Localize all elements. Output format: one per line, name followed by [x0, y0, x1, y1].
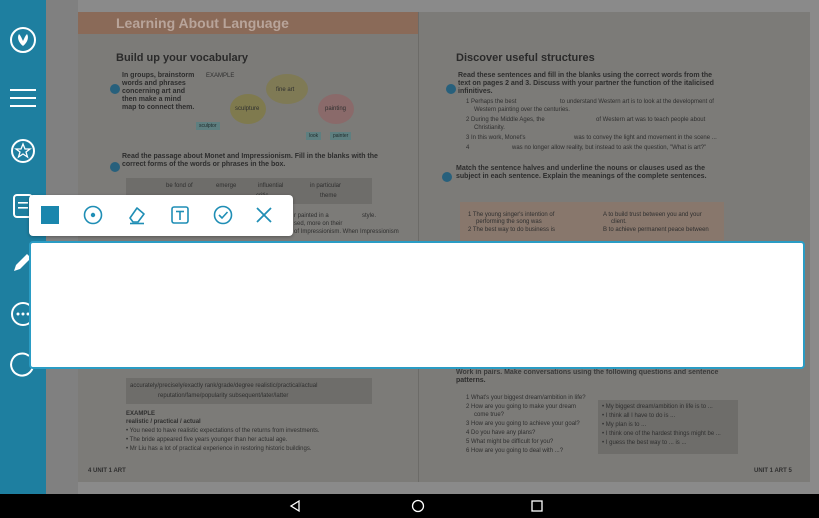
recent-apps-icon[interactable]: [522, 494, 552, 518]
sentence-1c: Western painting over the centuries.: [474, 107, 570, 113]
response-item: • I guess the best way to ... is ...: [602, 440, 687, 446]
left-ex1-example: EXAMPLE: [206, 73, 235, 79]
word-box-item: be fond of: [166, 183, 193, 189]
match-left-1: 1 The young singer's intention of: [468, 212, 555, 218]
note-input[interactable]: [31, 243, 803, 367]
check-circle-icon[interactable]: [210, 202, 236, 228]
passage-line: style.: [362, 213, 377, 219]
mind-map-tag-look: look: [306, 132, 322, 140]
word-box-item: influential: [258, 183, 284, 189]
passage-line: r painted in a: [294, 213, 329, 219]
unit-banner: Learning About Language: [78, 12, 418, 34]
text-tool-icon[interactable]: [167, 202, 193, 228]
right-heading: Discover useful structures: [456, 52, 595, 64]
sentence-3a: 3 In this work, Monet's: [466, 135, 526, 141]
response-item: • I think all I have to do is ...: [602, 413, 676, 419]
color-square-icon[interactable]: [37, 202, 63, 228]
example-bullet: • You need to have realistic expectation…: [126, 428, 320, 434]
question-item: 6 How are you going to deal with ...?: [466, 448, 564, 454]
word-box-2-line1: accurately/precisely/exactly rank/grade/…: [130, 383, 318, 389]
left-ex1-line3: concerning art and: [122, 88, 186, 95]
logo-icon[interactable]: [0, 20, 46, 60]
word-box-item: in particular: [310, 183, 342, 189]
question-item: come true?: [474, 412, 505, 418]
word-box-item: emerge: [216, 183, 237, 189]
radio-dot-icon[interactable]: [80, 202, 106, 228]
home-icon[interactable]: [403, 494, 433, 518]
left-ex1-line2: words and phrases: [122, 80, 186, 87]
right-ex2-line1: Match the sentence halves and underline …: [456, 165, 705, 172]
sentence-4a: 4: [466, 145, 470, 151]
question-item: 3 How are you going to achieve your goal…: [466, 421, 580, 427]
back-icon[interactable]: [280, 494, 310, 518]
word-box-item: theme: [320, 193, 337, 199]
right-ex3-line2: patterns.: [456, 377, 486, 384]
match-right-a: A to build trust between you and your: [603, 212, 702, 218]
mind-map-right-label: painting: [325, 106, 347, 112]
match-left-2: 2 The best way to do business is: [468, 227, 555, 233]
left-ex1-line1: In groups, brainstorm: [122, 72, 195, 79]
banner-title: Learning About Language: [116, 15, 289, 31]
exercise-number-badge: [110, 84, 120, 94]
eraser-icon[interactable]: [124, 202, 150, 228]
annotation-toolbar: [29, 195, 293, 236]
match-right-b: B to achieve permanent peace between: [603, 227, 709, 233]
sentence-4b: was no longer allow reality, but instead…: [512, 145, 707, 151]
mind-map-center-label: fine art: [276, 87, 295, 93]
match-right-ab: client.: [611, 219, 627, 225]
match-left-1b: performing the song was: [476, 219, 542, 225]
mind-map-left-label: sculpture: [235, 106, 260, 112]
passage-line: sed, more on their: [294, 221, 343, 227]
example-title: realistic / practical / actual: [126, 419, 201, 425]
mind-map-tag-painter: painter: [330, 132, 352, 140]
star-icon[interactable]: [0, 131, 46, 171]
list-icon[interactable]: [0, 78, 46, 118]
question-item: 1 What's your biggest dream/ambition in …: [466, 395, 586, 401]
response-item: • I think one of the hardest things migh…: [602, 431, 721, 437]
exercise-number-badge: [442, 172, 452, 182]
example-label: EXAMPLE: [126, 411, 156, 417]
left-ex1-line5: map to connect them.: [122, 104, 195, 111]
sentence-3b: was to convey the light and movement in …: [574, 135, 717, 141]
sentence-2b: of Western art was to teach people about: [596, 117, 706, 123]
question-item: 5 What might be difficult for you?: [466, 439, 554, 445]
word-box-2-line2: reputation/fame/popularity subsequent/la…: [158, 393, 289, 399]
sentence-1a: 1 Perhaps the best: [466, 99, 517, 105]
right-ex1-line2: text on pages 2 and 3. Discuss with your…: [458, 80, 714, 87]
example-bullet: • The bride appeared five years younger …: [126, 437, 288, 443]
left-ex2-line2: correct forms of the words or phrases in…: [122, 161, 286, 168]
exercise-number-badge: [446, 84, 456, 94]
sentence-1b: to understand Western art is to look at …: [560, 99, 714, 105]
app-screen: Learning About Language Build up your vo…: [0, 0, 819, 518]
sentence-2c: Christianity.: [474, 125, 505, 131]
passage-line: of Impressionism. When Impressionism: [294, 229, 399, 235]
left-ex1-line4: then make a mind: [122, 96, 182, 103]
mind-map-tag-sculptor: sculptor: [196, 122, 220, 130]
response-item: • My biggest dream/ambition in life is t…: [602, 404, 713, 410]
question-item: 4 Do you have any plans?: [466, 430, 536, 436]
close-icon[interactable]: [251, 202, 277, 228]
example-bullet: • Mr Liu has a lot of practical experien…: [126, 446, 312, 452]
right-footer: UNIT 1 ART 5: [754, 468, 792, 474]
system-nav-bar: [0, 494, 819, 518]
right-ex1-line1: Read these sentences and fill in the bla…: [458, 72, 713, 79]
note-input-panel: [29, 241, 805, 369]
right-ex1-line3: infinitives.: [458, 88, 493, 95]
left-heading: Build up your vocabulary: [116, 52, 249, 64]
exercise-number-badge: [110, 162, 120, 172]
left-footer: 4 UNIT 1 ART: [88, 468, 126, 474]
response-item: • My plan is to ...: [602, 422, 647, 428]
question-item: 2 How are you going to make your dream: [466, 404, 577, 410]
right-ex2-line2: subject in each sentence. Explain the me…: [456, 173, 707, 180]
left-ex2-line1: Read the passage about Monet and Impress…: [122, 153, 378, 160]
sentence-2a: 2 During the Middle Ages, the: [466, 117, 545, 123]
word-box-2: [126, 378, 372, 404]
